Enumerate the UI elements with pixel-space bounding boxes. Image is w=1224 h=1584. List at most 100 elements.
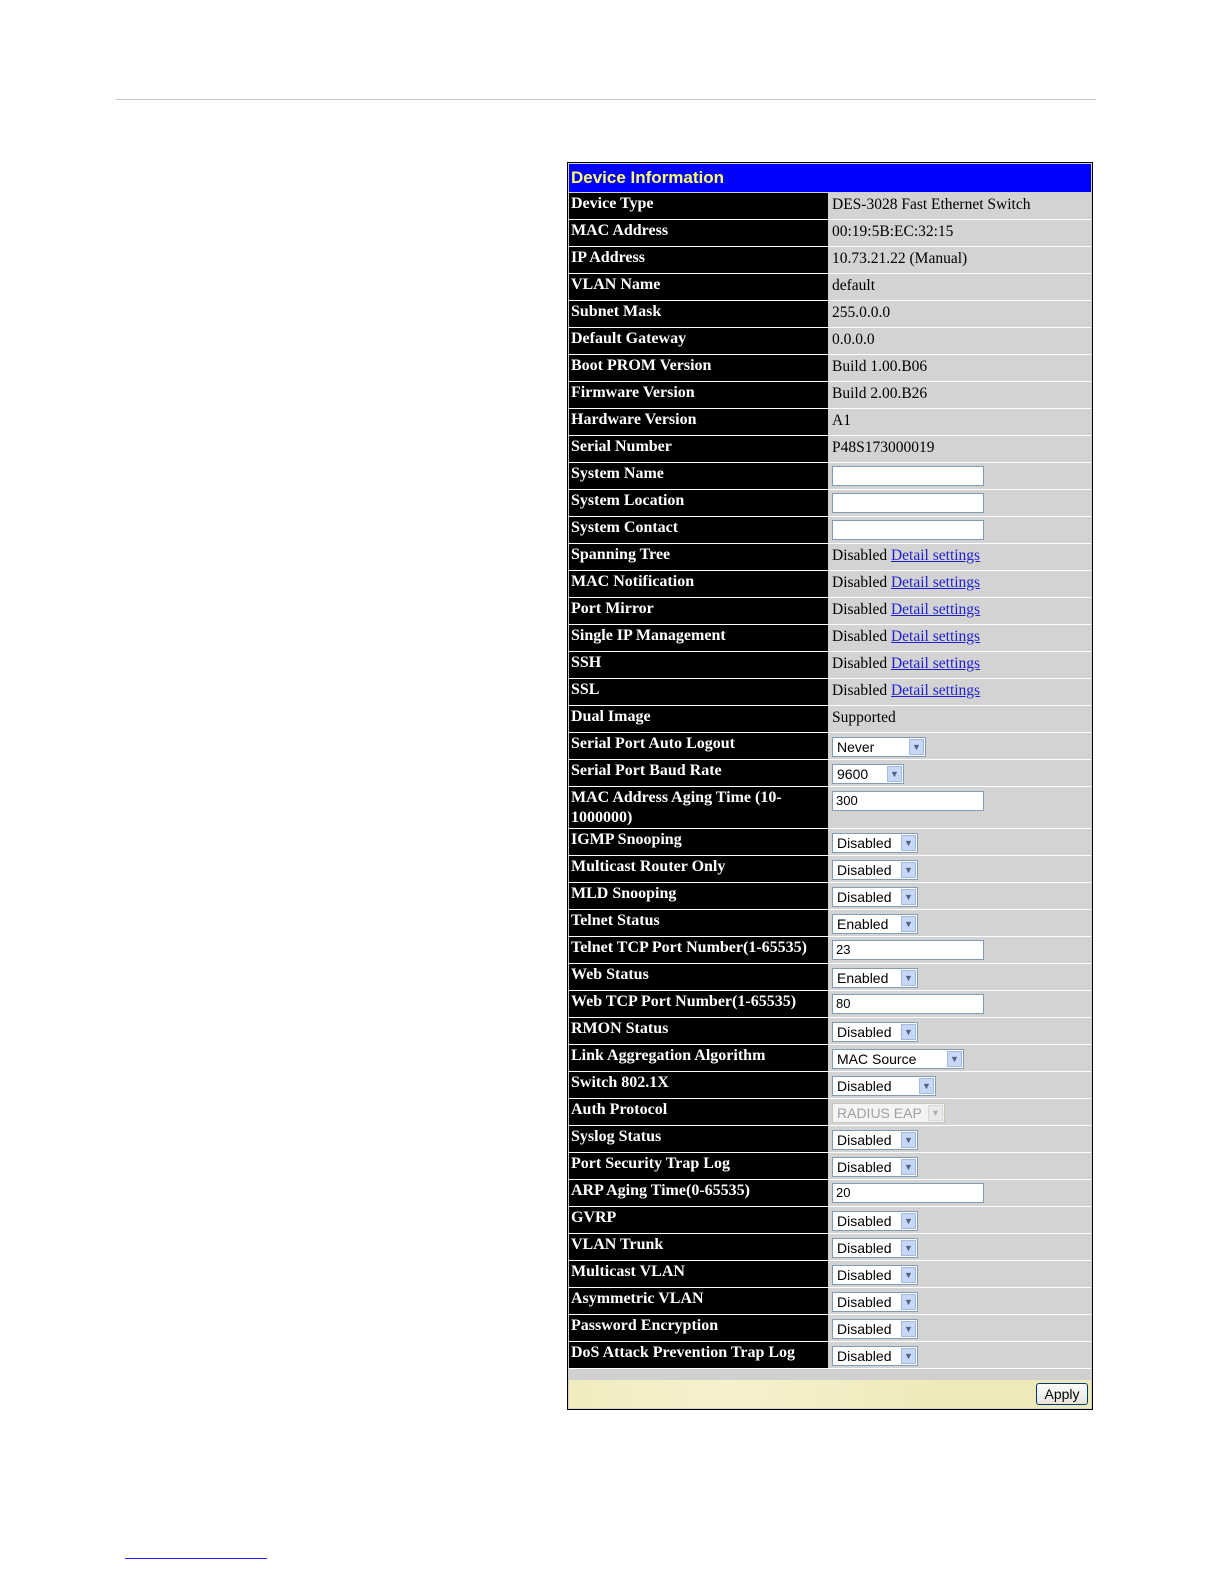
- link-aggregation-algorithm-select[interactable]: MAC Source ▼: [832, 1049, 964, 1069]
- field-label: Device Type: [569, 193, 828, 219]
- panel-title: Device Information: [569, 164, 1091, 192]
- field-value-cell: Disabled ▼: [829, 1234, 1091, 1260]
- serial-port-auto-logout-select[interactable]: Never ▼: [832, 737, 926, 757]
- system-name-input[interactable]: [832, 466, 984, 486]
- select-value: Enabled: [837, 970, 889, 986]
- chevron-down-icon[interactable]: ▼: [901, 1024, 916, 1040]
- row-subnet-mask: Subnet Mask 255.0.0.0: [569, 301, 1091, 328]
- chevron-down-icon[interactable]: ▼: [887, 766, 902, 782]
- field-value-cell: Disabled Detail settings: [829, 625, 1091, 651]
- field-label: Spanning Tree: [569, 544, 828, 570]
- select-value: Disabled: [837, 1132, 892, 1148]
- vlan-trunk-select[interactable]: Disabled ▼: [832, 1238, 918, 1258]
- row-boot-prom-version: Boot PROM Version Build 1.00.B06: [569, 355, 1091, 382]
- field-value-cell: 10.73.21.22 (Manual): [829, 247, 1091, 273]
- row-dos-attack-prevention-trap-log: DoS Attack Prevention Trap Log Disabled ▼: [569, 1342, 1091, 1369]
- detail-settings-link[interactable]: Detail settings: [891, 601, 980, 618]
- row-dual-image: Dual Image Supported: [569, 706, 1091, 733]
- chevron-down-icon[interactable]: ▼: [901, 835, 916, 851]
- footer-link-underline: [125, 1558, 267, 1559]
- chevron-down-icon[interactable]: ▼: [901, 1132, 916, 1148]
- password-encryption-select[interactable]: Disabled ▼: [832, 1319, 918, 1339]
- arp-aging-time-0-65535-input[interactable]: 20: [832, 1183, 984, 1203]
- chevron-down-icon[interactable]: ▼: [901, 916, 916, 932]
- asymmetric-vlan-select[interactable]: Disabled ▼: [832, 1292, 918, 1312]
- chevron-down-icon[interactable]: ▼: [947, 1051, 962, 1067]
- field-value-cell: 00:19:5B:EC:32:15: [829, 220, 1091, 246]
- field-value-cell: Disabled Detail settings: [829, 652, 1091, 678]
- mld-snooping-select[interactable]: Disabled ▼: [832, 887, 918, 907]
- chevron-down-icon[interactable]: ▼: [901, 1240, 916, 1256]
- detail-settings-link[interactable]: Detail settings: [891, 547, 980, 564]
- row-system-contact: System Contact: [569, 517, 1091, 544]
- serial-port-baud-rate-select[interactable]: 9600 ▼: [832, 764, 904, 784]
- web-tcp-port-number-1-65535-input[interactable]: 80: [832, 994, 984, 1014]
- detail-settings-link[interactable]: Detail settings: [891, 682, 980, 699]
- rmon-status-select[interactable]: Disabled ▼: [832, 1022, 918, 1042]
- chevron-down-icon[interactable]: ▼: [919, 1078, 934, 1094]
- chevron-down-icon[interactable]: ▼: [901, 1348, 916, 1364]
- select-value: MAC Source: [837, 1051, 917, 1067]
- field-label: Telnet TCP Port Number(1-65535): [569, 937, 828, 963]
- telnet-status-select[interactable]: Enabled ▼: [832, 914, 918, 934]
- row-serial-number: Serial Number P48S173000019: [569, 436, 1091, 463]
- field-value-cell: Enabled ▼: [829, 964, 1091, 990]
- field-value: Build 1.00.B06: [832, 358, 928, 375]
- row-telnet-tcp-port-number-1-65535: Telnet TCP Port Number(1-65535) 23: [569, 937, 1091, 964]
- mac-address-aging-time-10-1000000-input[interactable]: 300: [832, 791, 984, 811]
- field-value-cell: Disabled ▼: [829, 883, 1091, 909]
- field-value-cell: Disabled ▼: [829, 1153, 1091, 1179]
- field-value-cell: Disabled ▼: [829, 1342, 1091, 1368]
- gvrp-select[interactable]: Disabled ▼: [832, 1211, 918, 1231]
- field-value: 00:19:5B:EC:32:15: [832, 223, 954, 240]
- row-multicast-router-only: Multicast Router Only Disabled ▼: [569, 856, 1091, 883]
- port-security-trap-log-select[interactable]: Disabled ▼: [832, 1157, 918, 1177]
- field-label: MLD Snooping: [569, 883, 828, 909]
- multicast-router-only-select[interactable]: Disabled ▼: [832, 860, 918, 880]
- detail-settings-link[interactable]: Detail settings: [891, 628, 980, 645]
- field-label: Firmware Version: [569, 382, 828, 408]
- syslog-status-select[interactable]: Disabled ▼: [832, 1130, 918, 1150]
- apply-button[interactable]: Apply: [1036, 1383, 1088, 1405]
- row-mac-address-aging-time-10-1000000: MAC Address Aging Time (10-1000000) 300: [569, 787, 1091, 829]
- telnet-tcp-port-number-1-65535-input[interactable]: 23: [832, 940, 984, 960]
- chevron-down-icon[interactable]: ▼: [901, 889, 916, 905]
- chevron-down-icon[interactable]: ▼: [901, 970, 916, 986]
- row-serial-port-baud-rate: Serial Port Baud Rate 9600 ▼: [569, 760, 1091, 787]
- chevron-down-icon[interactable]: ▼: [901, 1159, 916, 1175]
- switch-802-1x-select[interactable]: Disabled ▼: [832, 1076, 936, 1096]
- field-value-cell: Disabled ▼: [829, 1288, 1091, 1314]
- row-asymmetric-vlan: Asymmetric VLAN Disabled ▼: [569, 1288, 1091, 1315]
- system-location-input[interactable]: [832, 493, 984, 513]
- chevron-down-icon[interactable]: ▼: [909, 739, 924, 755]
- chevron-down-icon[interactable]: ▼: [901, 1321, 916, 1337]
- detail-settings-link[interactable]: Detail settings: [891, 655, 980, 672]
- web-status-select[interactable]: Enabled ▼: [832, 968, 918, 988]
- field-label: Switch 802.1X: [569, 1072, 828, 1098]
- field-value-cell: DES-3028 Fast Ethernet Switch: [829, 193, 1091, 219]
- field-value-cell: Disabled Detail settings: [829, 544, 1091, 570]
- field-label: MAC Address Aging Time (10-1000000): [569, 787, 828, 828]
- select-value: Disabled: [837, 1078, 892, 1094]
- chevron-down-icon[interactable]: ▼: [901, 1213, 916, 1229]
- chevron-down-icon[interactable]: ▼: [901, 1294, 916, 1310]
- row-password-encryption: Password Encryption Disabled ▼: [569, 1315, 1091, 1342]
- chevron-down-icon[interactable]: ▼: [901, 1267, 916, 1283]
- field-value-cell: Disabled ▼: [829, 1126, 1091, 1152]
- system-contact-input[interactable]: [832, 520, 984, 540]
- select-value: Never: [837, 739, 875, 755]
- chevron-down-icon[interactable]: ▼: [901, 862, 916, 878]
- dos-attack-prevention-trap-log-select[interactable]: Disabled ▼: [832, 1346, 918, 1366]
- field-label: SSL: [569, 679, 828, 705]
- field-value-cell: 0.0.0.0: [829, 328, 1091, 354]
- row-mac-notification: MAC Notification Disabled Detail settings: [569, 571, 1091, 598]
- select-value: 9600: [837, 766, 869, 782]
- multicast-vlan-select[interactable]: Disabled ▼: [832, 1265, 918, 1285]
- field-value-cell: Enabled ▼: [829, 910, 1091, 936]
- detail-settings-link[interactable]: Detail settings: [891, 574, 980, 591]
- igmp-snooping-select[interactable]: Disabled ▼: [832, 833, 918, 853]
- row-vlan-trunk: VLAN Trunk Disabled ▼: [569, 1234, 1091, 1261]
- select-value: Disabled: [837, 1267, 892, 1283]
- field-label: Hardware Version: [569, 409, 828, 435]
- field-label: Serial Port Baud Rate: [569, 760, 828, 786]
